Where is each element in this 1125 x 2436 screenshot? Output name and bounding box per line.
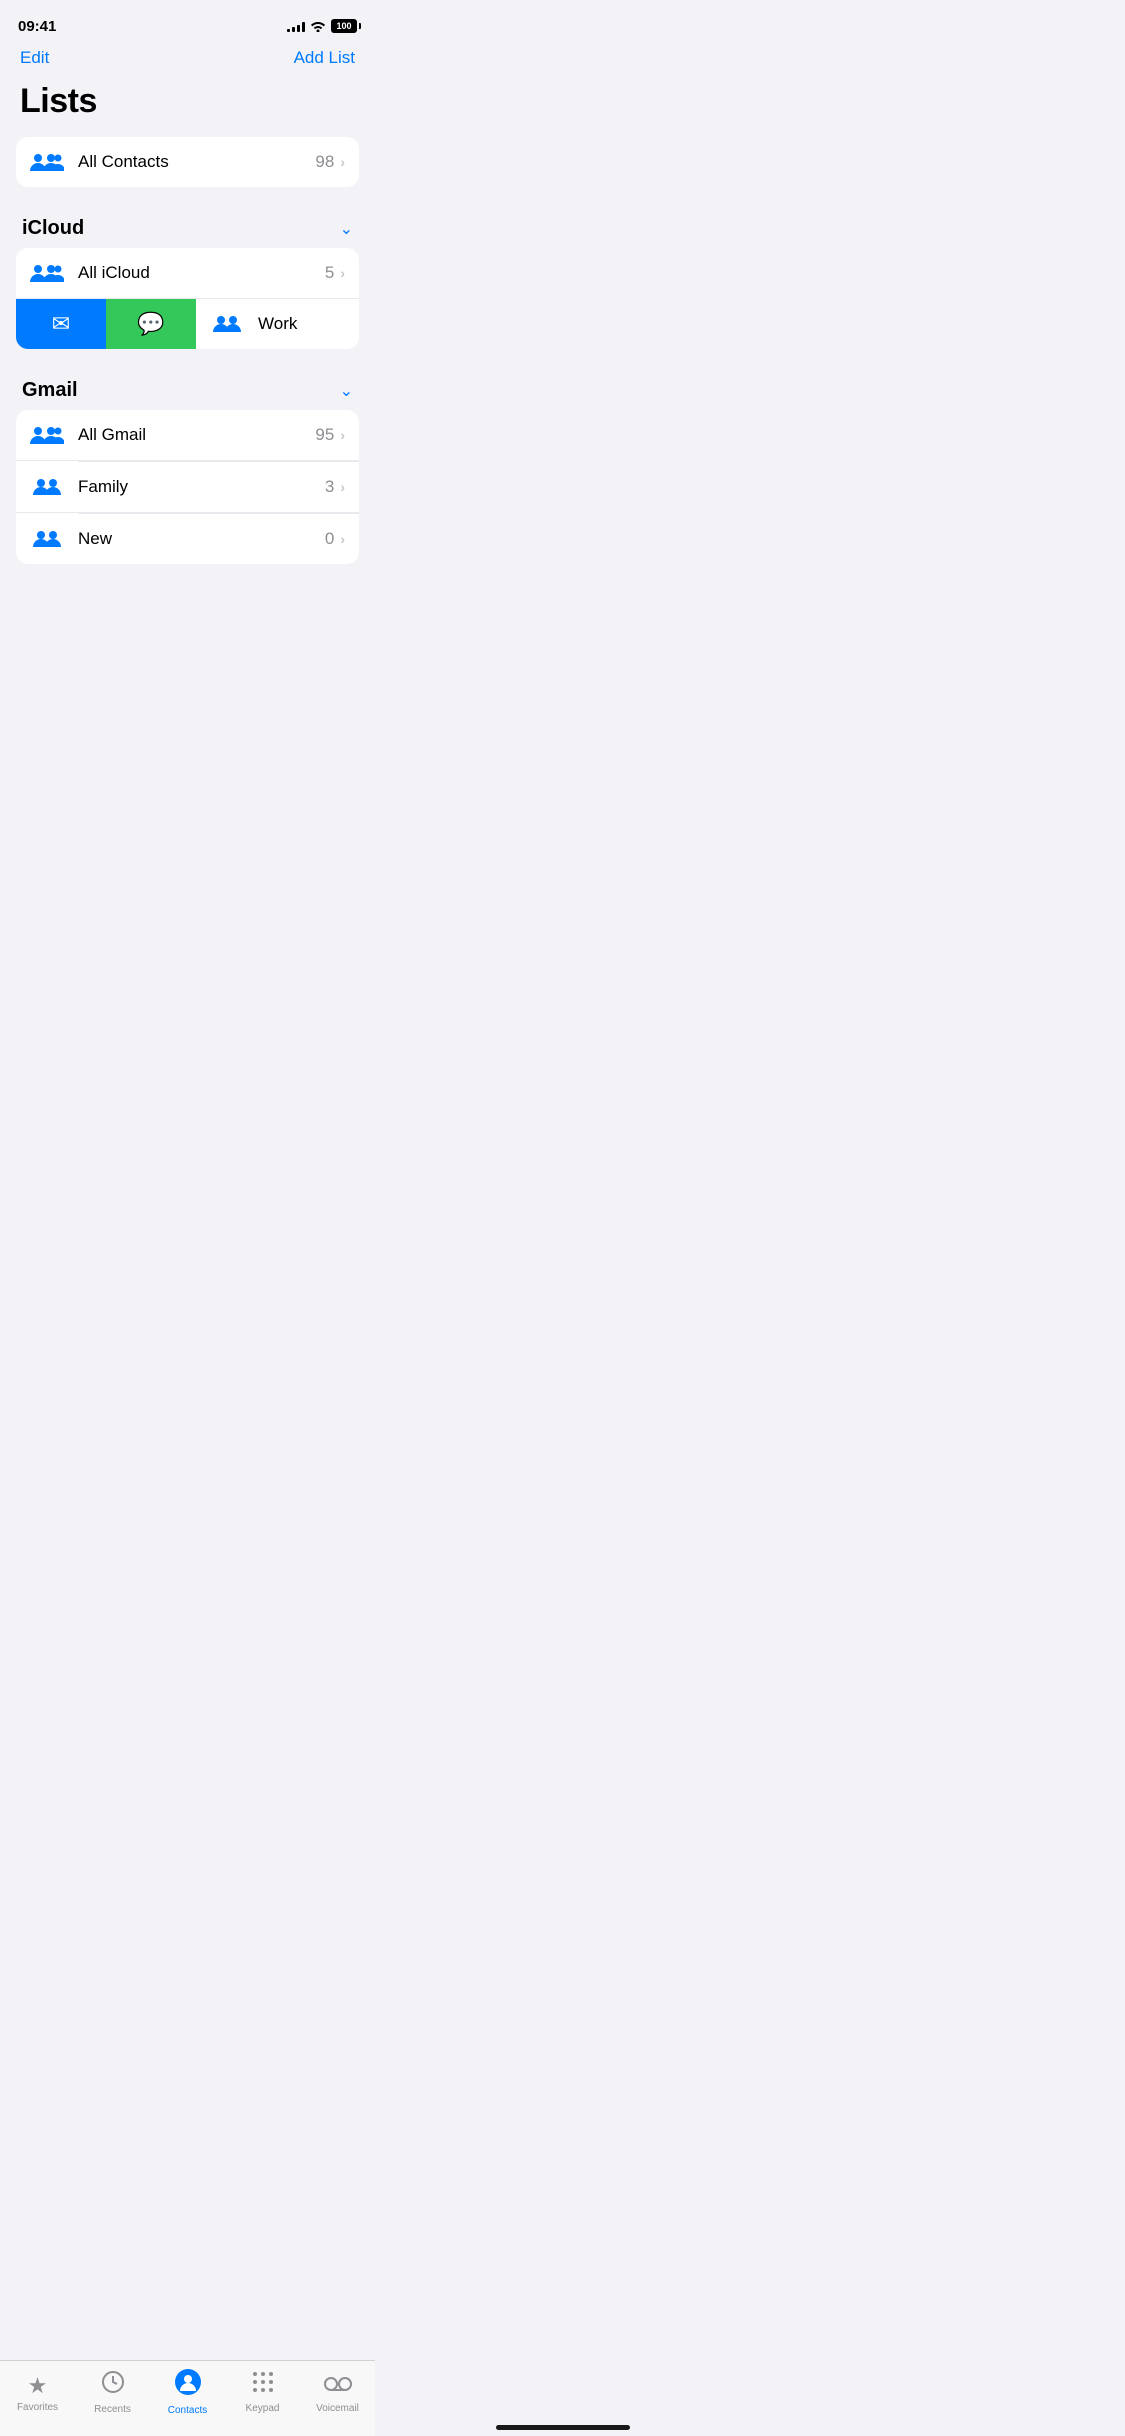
message-swipe-action[interactable]: 💬: [106, 299, 196, 349]
tab-recents[interactable]: Recents: [83, 2370, 143, 2415]
content-area: All Contacts 98 › iCloud ⌄: [0, 137, 375, 564]
voicemail-label: Voicemail: [316, 2403, 359, 2414]
all-icloud-row[interactable]: All iCloud 5 ›: [16, 248, 359, 299]
mail-swipe-action[interactable]: ✉: [16, 299, 106, 349]
tab-favorites[interactable]: ★ Favorites: [8, 2373, 68, 2413]
work-row[interactable]: Work: [196, 299, 359, 349]
status-icons: 100: [287, 19, 357, 33]
new-label: New: [78, 529, 325, 549]
all-contacts-row[interactable]: All Contacts 98 ›: [16, 137, 359, 187]
tab-voicemail[interactable]: Voicemail: [308, 2372, 368, 2414]
home-indicator: [496, 2425, 630, 2430]
new-chevron: ›: [340, 531, 345, 547]
recents-label: Recents: [94, 2404, 131, 2415]
swipe-actions: ✉ 💬: [16, 299, 196, 349]
icloud-card: All iCloud 5 › ✉ 💬: [16, 248, 359, 349]
family-label: Family: [78, 477, 325, 497]
wifi-icon: [310, 20, 326, 32]
icloud-header: iCloud ⌄: [16, 207, 359, 248]
new-row[interactable]: New 0 ›: [16, 514, 359, 564]
favorites-icon: ★: [28, 2373, 48, 2399]
gmail-section: Gmail ⌄ All Gmail 95 ›: [16, 369, 359, 564]
edit-button[interactable]: Edit: [20, 48, 49, 68]
work-row-container: ✉ 💬 Work: [16, 299, 359, 349]
people-icon: [30, 261, 64, 285]
keypad-icon: [252, 2371, 274, 2400]
all-icloud-chevron: ›: [340, 265, 345, 281]
battery-icon: 100: [331, 19, 357, 33]
all-gmail-chevron: ›: [340, 427, 345, 443]
all-contacts-chevron: ›: [340, 154, 345, 170]
favorites-label: Favorites: [17, 2402, 58, 2413]
keypad-label: Keypad: [246, 2403, 280, 2414]
gmail-card: All Gmail 95 › Family 3 ›: [16, 410, 359, 564]
all-icloud-count: 5: [325, 263, 334, 283]
nav-bar: Edit Add List: [0, 44, 375, 78]
work-label: Work: [258, 314, 359, 334]
people-icon: [30, 150, 64, 174]
gmail-header: Gmail ⌄: [16, 369, 359, 410]
all-contacts-count: 98: [315, 152, 334, 172]
new-count: 0: [325, 529, 334, 549]
status-bar: 09:41 100: [0, 0, 375, 44]
gmail-title: Gmail: [22, 379, 78, 402]
people-icon: [30, 423, 64, 447]
family-chevron: ›: [340, 479, 345, 495]
signal-icon: [287, 21, 305, 32]
people-icon: [30, 475, 64, 499]
contacts-label: Contacts: [168, 2405, 207, 2416]
voicemail-icon: [324, 2372, 352, 2400]
page-title: Lists: [0, 78, 375, 137]
tab-bar: ★ Favorites Recents Contacts: [0, 2360, 375, 2436]
family-row[interactable]: Family 3 ›: [16, 462, 359, 513]
tab-keypad[interactable]: Keypad: [233, 2371, 293, 2414]
family-count: 3: [325, 477, 334, 497]
all-contacts-card: All Contacts 98 ›: [16, 137, 359, 187]
people-icon: [210, 312, 244, 336]
all-gmail-count: 95: [315, 425, 334, 445]
all-gmail-label: All Gmail: [78, 425, 315, 445]
mail-icon: ✉: [52, 311, 70, 337]
recents-icon: [101, 2370, 125, 2401]
people-icon: [30, 527, 64, 551]
all-icloud-label: All iCloud: [78, 263, 325, 283]
message-icon: 💬: [137, 311, 164, 337]
icloud-collapse-button[interactable]: ⌄: [340, 219, 353, 239]
contacts-icon: [175, 2369, 201, 2402]
icloud-title: iCloud: [22, 217, 84, 240]
all-contacts-label: All Contacts: [78, 152, 315, 172]
status-time: 09:41: [18, 18, 56, 35]
all-gmail-row[interactable]: All Gmail 95 ›: [16, 410, 359, 461]
tab-contacts[interactable]: Contacts: [158, 2369, 218, 2416]
icloud-section: iCloud ⌄ All iCloud 5 ›: [16, 207, 359, 349]
gmail-collapse-button[interactable]: ⌄: [340, 381, 353, 401]
add-list-button[interactable]: Add List: [294, 48, 355, 68]
